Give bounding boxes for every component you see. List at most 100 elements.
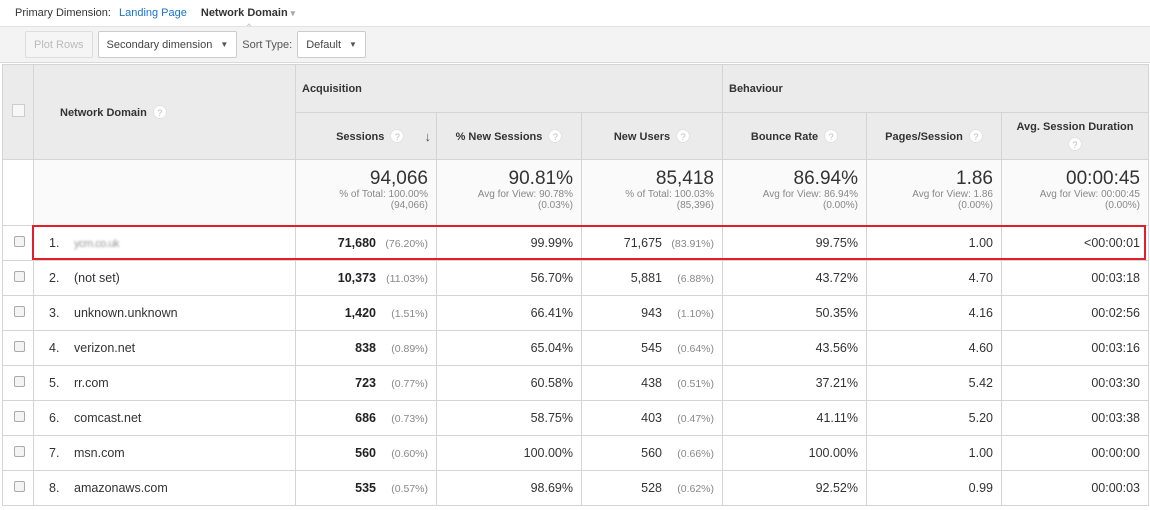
pages-session-cell: 5.42: [866, 365, 1002, 401]
dimension-landing-page[interactable]: Landing Page: [119, 7, 187, 19]
secondary-dimension-dropdown[interactable]: Secondary dimension ▼: [97, 31, 238, 58]
total-sub: Avg for View: 86.94%: [762, 189, 858, 200]
total-sub: Avg for View: 1.86: [912, 189, 993, 200]
row-index: 3.: [49, 306, 60, 320]
domain-link[interactable]: msn.com: [74, 446, 125, 460]
row-checkbox[interactable]: [14, 306, 25, 317]
sessions-pct: (1.51%): [391, 308, 428, 320]
sessions-cell: 71,680 (76.20%): [295, 225, 437, 261]
sessions-value: 1,420: [344, 306, 376, 320]
domain-link[interactable]: ycm.co.uk: [74, 238, 120, 250]
new-users-pct: (6.88%): [677, 273, 714, 285]
domain-link[interactable]: verizon.net: [74, 341, 135, 355]
sessions-pct: (76.20%): [385, 238, 428, 250]
help-icon[interactable]: ?: [968, 129, 983, 143]
domain-cell: 6. comcast.net: [33, 400, 296, 436]
help-icon[interactable]: ?: [390, 128, 405, 143]
total-sub: (0.03%): [537, 200, 573, 211]
table-row: 1. ycm.co.uk 71,680 (76.20%) 99.99% 71,675 (83…: [2, 225, 1149, 261]
total-sessions: 94,066% of Total: 100.00% (94,066): [295, 159, 437, 226]
help-icon[interactable]: ?: [824, 129, 839, 143]
new-users-pct: (83.91%): [671, 238, 714, 250]
help-icon[interactable]: ?: [1068, 137, 1082, 151]
row-checkbox-cell: [2, 435, 34, 471]
avg-duration-cell: 00:03:38: [1001, 400, 1149, 436]
new-sessions-cell: 65.04%: [436, 330, 582, 366]
pages-session-cell: 4.70: [866, 260, 1002, 296]
total-new-sessions: 90.81% Avg for View: 90.78% (0.03%): [436, 159, 582, 226]
row-index: 2.: [49, 271, 60, 285]
help-icon[interactable]: ?: [548, 129, 563, 143]
dimension-network-domain-label: Network Domain: [200, 7, 288, 19]
sessions-value: 10,373: [337, 271, 376, 285]
help-icon[interactable]: ?: [676, 129, 691, 143]
sessions-value: 686: [355, 411, 376, 425]
header-label: New Users: [613, 131, 671, 143]
sessions-cell: 686 (0.73%): [295, 400, 437, 436]
table-row: 3. unknown.unknown 1,420 (1.51%) 66.41% 943 (1…: [2, 295, 1149, 331]
dimension-network-domain[interactable]: Network Domain ▾: [200, 7, 295, 35]
total-value: 1.86: [956, 168, 993, 189]
row-checkbox-cell: [2, 330, 34, 366]
select-all-checkbox[interactable]: [11, 104, 25, 117]
new-users-value: 403: [641, 411, 662, 425]
sessions-value: 535: [355, 481, 376, 495]
table-row: 8. amazonaws.com 535 (0.57%) 98.69% 528 (0.62%…: [2, 470, 1149, 506]
header-avg-session-duration[interactable]: Avg. Session Duration?: [1001, 112, 1149, 160]
bounce-rate-cell: 50.35%: [722, 295, 867, 331]
header-pages-session[interactable]: Pages/Session?: [866, 112, 1002, 160]
sort-type-dropdown[interactable]: Default ▼: [297, 31, 366, 58]
domain-cell: 3. unknown.unknown: [33, 295, 296, 331]
avg-duration-cell: 00:03:16: [1001, 330, 1149, 366]
domain-link[interactable]: (not set): [74, 271, 120, 285]
avg-duration-cell: 00:03:30: [1001, 365, 1149, 401]
domain-cell: 4. verizon.net: [33, 330, 296, 366]
row-checkbox[interactable]: [14, 446, 25, 457]
new-users-value: 528: [641, 481, 662, 495]
domain-link[interactable]: rr.com: [74, 376, 109, 390]
row-index: 8.: [49, 481, 60, 495]
totals-cb-cell: [2, 159, 34, 226]
total-avg-duration: 00:00:45 Avg for View: 00:00:45 (0.00%): [1001, 159, 1149, 226]
new-users-value: 560: [641, 446, 662, 460]
sessions-cell: 535 (0.57%): [295, 470, 437, 506]
sessions-pct: (0.57%): [391, 483, 428, 495]
domain-link[interactable]: amazonaws.com: [74, 481, 168, 495]
sort-descending-icon: ↓: [424, 128, 432, 144]
row-checkbox[interactable]: [14, 341, 25, 352]
header-new-sessions[interactable]: % New Sessions?: [436, 112, 582, 160]
row-checkbox[interactable]: [14, 411, 25, 422]
new-users-pct: (0.62%): [677, 483, 714, 495]
row-checkbox[interactable]: [14, 376, 25, 387]
new-sessions-cell: 56.70%: [436, 260, 582, 296]
header-bounce-rate[interactable]: Bounce Rate?: [722, 112, 867, 160]
row-checkbox[interactable]: [14, 236, 25, 247]
help-icon[interactable]: ?: [152, 105, 167, 119]
sessions-value: 560: [355, 446, 376, 460]
domain-link[interactable]: unknown.unknown: [74, 306, 178, 320]
sessions-cell: 10,373 (11.03%): [295, 260, 437, 296]
sort-type-label: Sort Type:: [242, 38, 293, 51]
header-new-users[interactable]: New Users?: [581, 112, 723, 160]
row-checkbox[interactable]: [14, 481, 25, 492]
total-bounce-rate: 86.94% Avg for View: 86.94% (0.00%): [722, 159, 867, 226]
row-checkbox-cell: [2, 295, 34, 331]
sessions-pct: (0.73%): [391, 413, 428, 425]
domain-link[interactable]: comcast.net: [74, 411, 141, 425]
table-row: 6. comcast.net 686 (0.73%) 58.75% 403 (0.47%) 4…: [2, 400, 1149, 436]
header-sessions[interactable]: Sessions? ↓: [295, 112, 437, 160]
sessions-pct: (11.03%): [386, 273, 428, 285]
bounce-rate-cell: 43.72%: [722, 260, 867, 296]
plot-rows-button[interactable]: Plot Rows: [25, 31, 93, 58]
domain-cell: 1. ycm.co.uk: [33, 225, 296, 261]
header-network-domain[interactable]: Network Domain?: [33, 64, 296, 160]
bounce-rate-cell: 43.56%: [722, 330, 867, 366]
report-table: Network Domain? Acquisition Behaviour Se…: [2, 64, 1149, 506]
sessions-cell: 1,420 (1.51%): [295, 295, 437, 331]
new-sessions-cell: 98.69%: [436, 470, 582, 506]
table-row: 2. (not set) 10,373 (11.03%) 56.70% 5,881 (6.8…: [2, 260, 1149, 296]
new-users-cell: 528 (0.62%): [581, 470, 723, 506]
row-index: 4.: [49, 341, 60, 355]
row-checkbox[interactable]: [14, 271, 25, 282]
pages-session-cell: 0.99: [866, 470, 1002, 506]
